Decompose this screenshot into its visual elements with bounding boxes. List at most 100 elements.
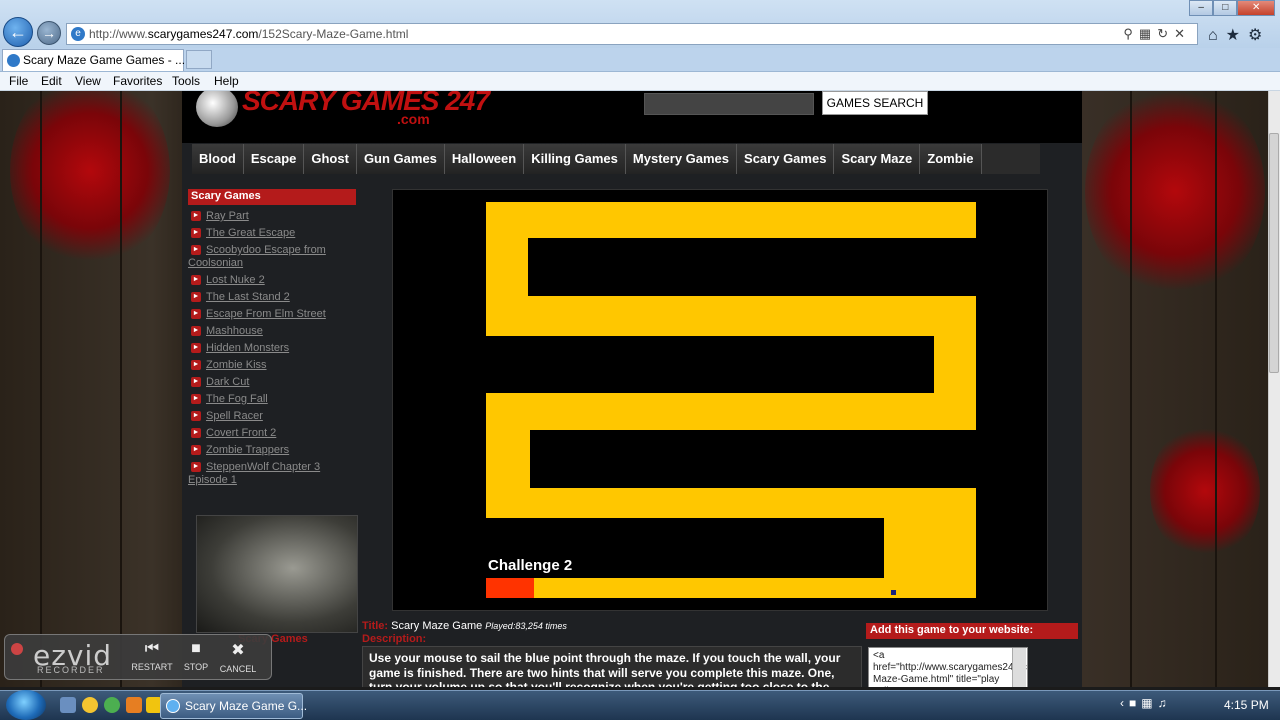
sidebar-item[interactable]: ► Dark Cut [188,376,358,389]
tab-favicon-icon [7,54,20,67]
category-zombie[interactable]: Zombie [920,144,982,174]
cancel-button[interactable]: ✖ CANCEL [217,637,259,677]
close-button[interactable]: ✕ [1237,0,1275,16]
chrome-icon[interactable] [104,697,120,713]
tray-expand-icon[interactable]: ‹ [1120,696,1129,710]
embed-scrollbar[interactable] [1012,648,1026,687]
site-logo[interactable]: SCARY GAMES 247 [242,91,490,117]
menu-edit[interactable]: Edit [41,74,62,88]
embed-code-textarea[interactable]: <a href="http://www.scarygames247.com/15… [868,647,1028,687]
maze-path[interactable] [486,202,976,598]
game-thumbnail[interactable] [196,515,358,633]
stop-icon[interactable]: ✕ [1174,26,1191,41]
favorites-star-icon[interactable]: ★ [1226,27,1248,44]
address-tools: ⚲▦↻✕ [1123,26,1191,42]
url-text[interactable]: http://www.scarygames247.com/152Scary-Ma… [89,27,408,41]
tray-app-icon[interactable]: ■ [1129,696,1141,710]
scrollbar-thumb[interactable] [1269,133,1279,373]
game-canvas[interactable]: Challenge 2 [392,189,1048,611]
category-ghost[interactable]: Ghost [304,144,357,174]
menu-view[interactable]: View [75,74,101,88]
category-scary-games[interactable]: Scary Games [737,144,835,174]
sidebar-item[interactable]: ► The Great Escape [188,227,358,240]
category-nav: Blood Escape Ghost Gun Games Halloween K… [192,144,1040,174]
bullet-arrow-icon: ► [191,245,201,255]
sidebar-item[interactable]: ► Escape From Elm Street [188,308,358,321]
sidebar-item[interactable]: ► The Fog Fall [188,393,358,406]
category-killing-games[interactable]: Killing Games [524,144,626,174]
sidebar-item[interactable]: ► Lost Nuke 2 [188,274,358,287]
search-icon[interactable]: ⚲ [1123,26,1139,41]
record-dot-icon [11,643,23,655]
sidebar-item[interactable]: ► Zombie Kiss [188,359,358,372]
bullet-arrow-icon: ► [191,292,201,302]
tray-volume-icon[interactable]: ♫ [1158,696,1172,710]
category-halloween[interactable]: Halloween [444,144,525,174]
back-arrow-icon: ← [9,21,27,42]
category-escape[interactable]: Escape [243,144,305,174]
bullet-arrow-icon: ► [191,462,201,472]
blue-cursor-point[interactable] [891,590,896,595]
sidebar-item[interactable]: ► Mashhouse [188,325,358,338]
search-input[interactable] [644,93,814,115]
forward-button[interactable]: → [37,21,61,45]
wood-plank-line [40,91,42,687]
bullet-arrow-icon: ► [191,360,201,370]
menu-file[interactable]: File [9,74,28,88]
tab-title: Scary Maze Game Games - ... [23,53,186,67]
category-blood[interactable]: Blood [192,144,244,174]
sidebar-item[interactable]: ► Ray Part [188,210,358,223]
maze-start-zone[interactable] [486,578,534,598]
ezvid-recorder-panel: ezvid RECORDER ⏮ RESTART ■ STOP ✖ CANCEL [4,634,272,680]
category-scary-maze[interactable]: Scary Maze [834,144,921,174]
wood-plank-line [1130,91,1132,687]
wood-plank-line [1215,91,1217,687]
background-blood-splatter [1150,421,1260,561]
description-label: Description: [362,633,427,645]
background-blood-splatter [1085,91,1265,301]
maximize-button[interactable]: □ [1213,0,1238,16]
bullet-arrow-icon: ► [191,326,201,336]
description-text: Use your mouse to sail the blue point th… [362,646,862,687]
sidebar-item[interactable]: ► SteppenWolf Chapter 3 Episode 1 [188,461,358,487]
tray-network-icon[interactable]: ▦ [1141,696,1157,710]
played-count: Played:83,254 times [485,621,567,631]
messenger-icon[interactable] [82,697,98,713]
category-gun-games[interactable]: Gun Games [356,144,445,174]
menu-favorites[interactable]: Favorites [113,74,162,88]
maze-svg[interactable]: Challenge 2 [393,190,1049,612]
stop-button[interactable]: ■ STOP [175,637,217,677]
menu-tools[interactable]: Tools [172,74,200,88]
restart-button[interactable]: ⏮ RESTART [131,637,173,677]
sidebar-item[interactable]: ► The Last Stand 2 [188,291,358,304]
taskbar-clock[interactable]: 4:15 PM [1224,698,1269,712]
compat-icon[interactable]: ▦ [1139,26,1157,41]
sidebar-item[interactable]: ► Hidden Monsters [188,342,358,355]
address-bar[interactable]: e http://www.scarygames247.com/152Scary-… [66,23,1198,45]
taskbar-ie-window[interactable]: Scary Maze Game G... [160,693,307,719]
sidebar-item[interactable]: ► Spell Racer [188,410,358,423]
start-button[interactable] [6,690,46,720]
challenge-label: Challenge 2 [488,557,572,574]
page-favicon-icon: e [71,27,85,41]
new-tab-button[interactable] [186,50,212,69]
bullet-arrow-icon: ► [191,211,201,221]
sidebar-item[interactable]: ► Covert Front 2 [188,427,358,440]
games-search-button[interactable]: GAMES SEARCH [822,91,928,115]
settings-gear-icon[interactable]: ⚙ [1248,27,1270,44]
back-button[interactable]: ← [3,17,33,47]
firefox-icon[interactable] [126,697,142,713]
category-mystery-games[interactable]: Mystery Games [625,144,738,174]
ie-icon [166,699,180,713]
bullet-arrow-icon: ► [191,309,201,319]
refresh-icon[interactable]: ↻ [1157,26,1174,41]
logo-face-icon [196,91,238,127]
site-container: SCARY GAMES 247 .com GAMES SEARCH Blood … [182,91,1082,687]
sidebar-item[interactable]: ► Zombie Trappers [188,444,358,457]
minimize-button[interactable]: – [1189,0,1214,16]
home-icon[interactable]: ⌂ [1208,27,1226,44]
menu-help[interactable]: Help [214,74,239,88]
sidebar-item[interactable]: ► Scoobydoo Escape from Coolsonian [188,244,358,270]
show-desktop-icon[interactable] [60,697,76,713]
tab-active[interactable]: Scary Maze Game Games - ... [2,49,186,71]
